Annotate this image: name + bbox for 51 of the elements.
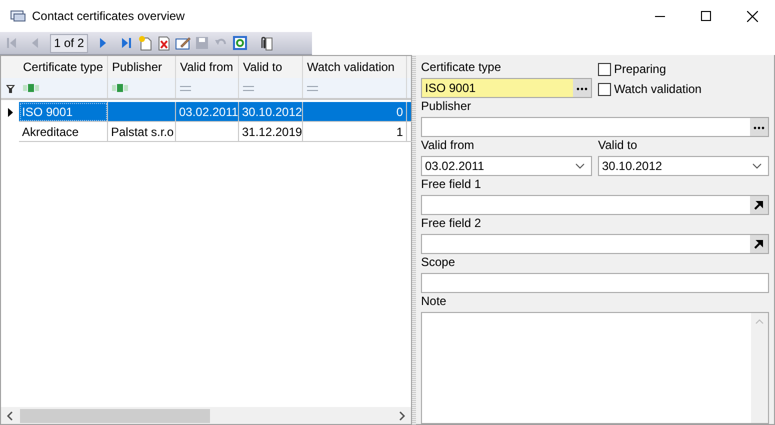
- refresh-icon[interactable]: [232, 35, 248, 51]
- table-row[interactable]: ISO 9001 03.02.2011 30.10.2012 0: [1, 102, 411, 122]
- scroll-up-icon[interactable]: [755, 319, 764, 324]
- ellipsis-icon[interactable]: [573, 79, 591, 97]
- filter-icon[interactable]: [6, 84, 14, 92]
- field-label: Note: [421, 293, 448, 310]
- table-cell: ISO 9001: [19, 102, 108, 122]
- arrow-link-icon[interactable]: [750, 235, 768, 253]
- text-filter-icon[interactable]: [112, 84, 129, 92]
- field-label: Scope: [421, 254, 456, 271]
- equals-filter-icon[interactable]: [307, 86, 318, 90]
- ellipsis-icon[interactable]: [750, 118, 768, 136]
- field-label: Valid to: [598, 137, 638, 154]
- scroll-left-icon[interactable]: [6, 410, 14, 420]
- equals-filter-icon[interactable]: [180, 86, 191, 90]
- text-area[interactable]: [421, 312, 769, 424]
- input-field[interactable]: [421, 117, 769, 137]
- checkbox[interactable]: Preparing: [598, 60, 702, 78]
- dropdown[interactable]: 30.10.2012: [598, 156, 769, 176]
- chevron-down-icon[interactable]: [752, 163, 762, 169]
- input-field[interactable]: [421, 234, 769, 254]
- field-label: Certificate type: [421, 59, 502, 76]
- field-label: Free field 2: [421, 215, 482, 232]
- horizontal-scrollbar[interactable]: [1, 407, 411, 424]
- field-label: Publisher: [421, 98, 472, 115]
- input-field[interactable]: [421, 195, 769, 215]
- input-field[interactable]: ISO 9001: [421, 78, 592, 98]
- window-title: Contact certificates overview: [32, 8, 185, 25]
- record-counter: 1 of 2: [50, 34, 88, 52]
- close-icon: [746, 10, 758, 22]
- new-document-icon[interactable]: [137, 35, 154, 51]
- scrollbar-thumb[interactable]: [20, 408, 210, 422]
- input-field[interactable]: [421, 273, 769, 293]
- table-cell: 31.12.2019: [239, 122, 303, 142]
- edit-icon[interactable]: [175, 35, 192, 51]
- text-filter-icon[interactable]: [23, 84, 40, 92]
- chevron-down-icon[interactable]: [575, 163, 585, 169]
- scroll-right-icon[interactable]: [398, 410, 406, 420]
- arrow-link-icon[interactable]: [750, 196, 768, 214]
- current-row-icon: [8, 108, 12, 116]
- delete-document-icon[interactable]: [156, 35, 172, 51]
- checkbox[interactable]: Watch validation: [598, 80, 702, 98]
- field-label: Free field 1: [421, 176, 482, 193]
- field-label: Valid from: [421, 137, 476, 154]
- table-cell: Palstat s.r.o: [108, 122, 176, 142]
- window-icon: [10, 10, 26, 22]
- maximize-icon: [701, 11, 711, 21]
- table-cell: Akreditace: [19, 122, 108, 142]
- table-cell: 1: [303, 122, 407, 142]
- dropdown[interactable]: 03.02.2011: [421, 156, 592, 176]
- equals-filter-icon[interactable]: [243, 86, 254, 90]
